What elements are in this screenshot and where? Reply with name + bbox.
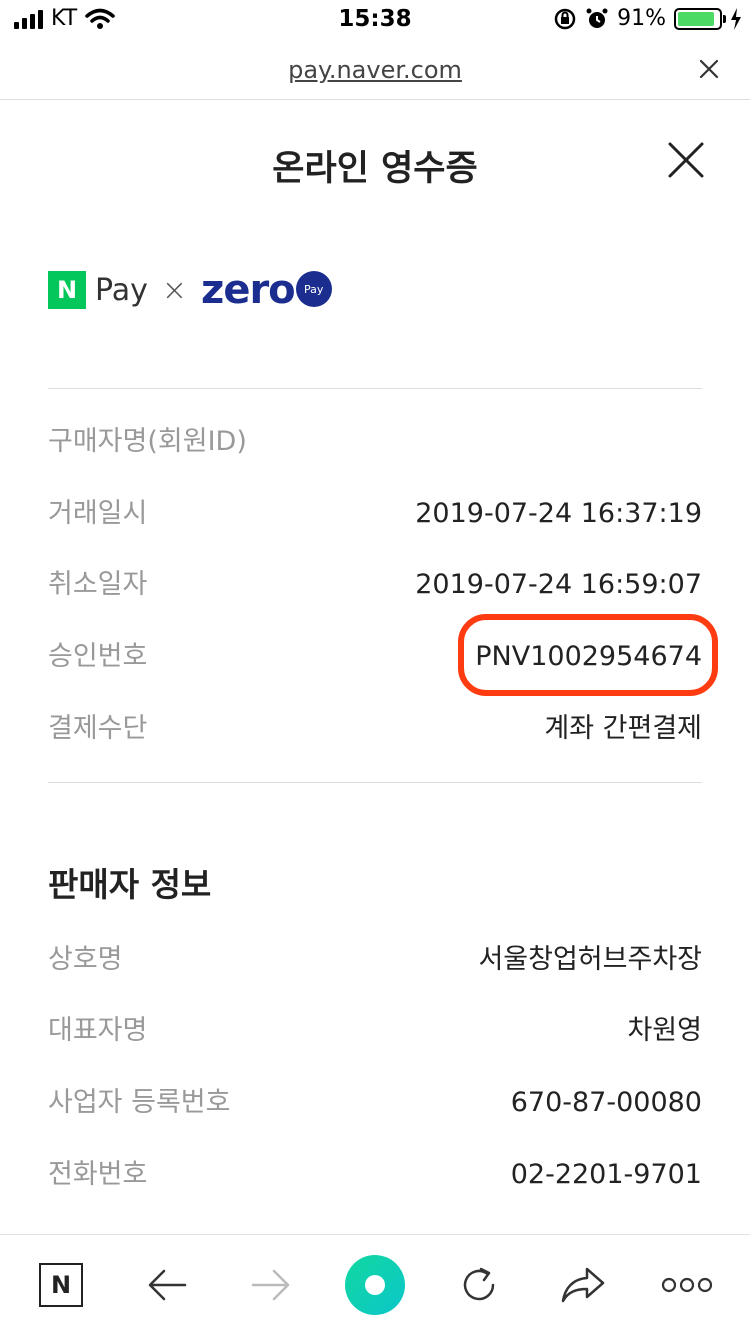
forward-button[interactable] (241, 1255, 301, 1315)
more-icon (661, 1277, 713, 1293)
row-value: 670-87-00080 (510, 1087, 702, 1118)
row-value: 계좌 간편결제 (544, 713, 702, 744)
row-label: 결제수단 (48, 713, 148, 744)
more-button[interactable] (657, 1255, 717, 1315)
charging-bolt-icon (731, 7, 741, 30)
row-label: 상호명 (48, 944, 123, 975)
browser-toolbar: N (0, 1234, 750, 1334)
naver-home-button[interactable]: N (31, 1255, 91, 1315)
row-label: 거래일시 (48, 498, 148, 529)
green-dot-button[interactable] (345, 1255, 405, 1315)
naver-pay-logo-icon: N (48, 271, 86, 309)
row-value: 2019-07-24 16:37:19 (415, 498, 702, 529)
row-label: 대표자명 (48, 1015, 148, 1046)
info-row-business-name: 상호명 서울창업허브주차장 (48, 940, 702, 980)
browser-close-icon[interactable] (694, 54, 724, 84)
info-row-cancel-date: 취소일자 2019-07-24 16:59:07 (48, 565, 702, 605)
row-value: 2019-07-24 16:59:07 (415, 569, 702, 600)
divider (48, 782, 702, 783)
row-label: 취소일자 (48, 569, 148, 600)
alarm-icon (586, 8, 608, 28)
info-row-registration-number: 사업자 등록번호 670-87-00080 (48, 1083, 702, 1123)
seller-section-title: 판매자 정보 (48, 865, 212, 904)
share-arrow-icon (561, 1267, 605, 1303)
close-icon[interactable] (666, 140, 706, 180)
naver-icon: N (39, 1263, 83, 1307)
rotation-lock-icon (554, 8, 576, 29)
approval-number-highlight (458, 614, 718, 696)
info-row-transaction-date: 거래일시 2019-07-24 16:37:19 (48, 494, 702, 534)
battery-fill (678, 11, 715, 26)
row-label: 전화번호 (48, 1159, 148, 1190)
zero-pay-logo-icon: Pay (295, 271, 332, 307)
arrow-right-icon (251, 1269, 290, 1301)
page-title: 온라인 영수증 (272, 149, 478, 189)
green-dot-icon (345, 1255, 405, 1315)
refresh-icon (463, 1267, 495, 1301)
info-row-buyer: 구매자명(회원ID) (48, 422, 702, 462)
naver-pay-logo-text: Pay (95, 272, 148, 308)
info-row-payment-method: 결제수단 계좌 간편결제 (48, 709, 702, 749)
status-bar: KT 15:38 91% (0, 0, 750, 40)
row-value: 차원영 (627, 1015, 702, 1046)
share-button[interactable] (553, 1255, 613, 1315)
status-right: 91% (553, 6, 742, 31)
info-row-phone: 전화번호 02-2201-9701 (48, 1155, 702, 1195)
row-value: 02-2201-9701 (510, 1159, 702, 1190)
info-row-representative: 대표자명 차원영 (48, 1011, 702, 1051)
battery-icon (674, 7, 726, 30)
zero-pay-logo-text: zero (201, 267, 296, 313)
logo-separator: × (161, 272, 188, 308)
row-label: 사업자 등록번호 (48, 1087, 231, 1118)
refresh-button[interactable] (449, 1255, 509, 1315)
browser-address-bar: pay.naver.com (0, 44, 750, 100)
row-label: 구매자명(회원ID) (48, 426, 247, 457)
row-label: 승인번호 (48, 641, 148, 672)
arrow-left-icon (148, 1269, 187, 1301)
address-url[interactable]: pay.naver.com (0, 56, 750, 84)
battery-percent: 91% (617, 6, 666, 31)
page-header: 온라인 영수증 (0, 100, 750, 220)
brand-logos: N Pay × zero Pay (48, 267, 332, 313)
divider (48, 388, 702, 389)
back-button[interactable] (137, 1255, 197, 1315)
row-value: 서울창업허브주차장 (478, 944, 702, 975)
